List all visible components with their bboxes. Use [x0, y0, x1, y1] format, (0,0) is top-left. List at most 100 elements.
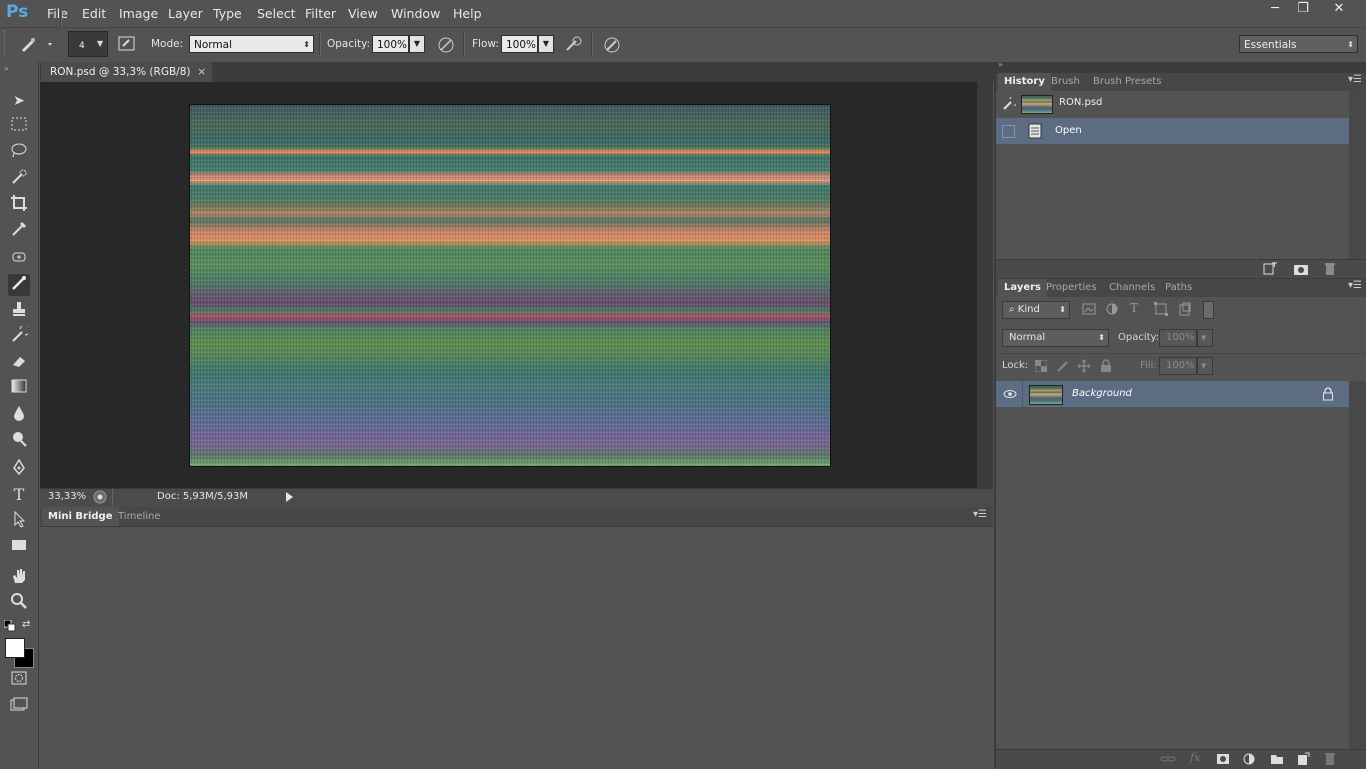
lasso-tool-icon[interactable]: [8, 142, 30, 164]
quick-selection-tool-icon[interactable]: [8, 168, 30, 190]
tab-paths[interactable]: Paths: [1159, 279, 1198, 297]
trash-icon[interactable]: [1323, 752, 1337, 766]
new-group-folder-icon[interactable]: [1270, 752, 1284, 766]
status-info-icon[interactable]: [93, 490, 107, 504]
layer-filter-kind-select[interactable]: ⌕ Kind ⬍: [1002, 301, 1070, 319]
pen-tool-icon[interactable]: [8, 458, 30, 480]
menu-view[interactable]: View: [348, 6, 378, 21]
lock-transparent-pixels-icon[interactable]: [1034, 359, 1048, 373]
type-tool-icon[interactable]: T: [8, 484, 30, 506]
document-canvas-image[interactable]: [189, 104, 831, 467]
foreground-color-swatch[interactable]: [5, 638, 25, 658]
menu-edit[interactable]: Edit: [82, 6, 106, 21]
crop-tool-icon[interactable]: [8, 194, 30, 216]
trash-icon[interactable]: [1323, 262, 1337, 276]
tab-channels[interactable]: Channels: [1103, 279, 1161, 297]
swap-colors-icon[interactable]: ⇄: [22, 619, 34, 631]
dodge-tool-icon[interactable]: [8, 430, 30, 452]
camera-icon[interactable]: [1293, 262, 1309, 276]
adjustment-layer-icon[interactable]: [1242, 752, 1256, 766]
panel-menu-icon[interactable]: ▾☰: [1348, 280, 1362, 291]
menu-layer[interactable]: Layer: [168, 6, 203, 21]
close-window-button[interactable]: ✕: [1326, 0, 1352, 18]
menu-file[interactable]: File: [47, 6, 68, 21]
brush-tool-preset-icon[interactable]: [18, 34, 54, 54]
layer-blend-mode-select[interactable]: Normal ⬍: [1002, 329, 1109, 347]
layer-fill-dropdown[interactable]: ▼: [1197, 357, 1213, 375]
canvas-vertical-scrollbar[interactable]: [977, 82, 993, 488]
mode-select[interactable]: Normal ⬍: [189, 35, 314, 53]
quick-mask-icon[interactable]: [8, 670, 30, 692]
move-tool-icon[interactable]: ➤: [8, 90, 30, 112]
lock-position-icon[interactable]: [1077, 359, 1091, 373]
path-selection-tool-icon[interactable]: [8, 510, 30, 532]
filter-toggle-switch[interactable]: [1203, 301, 1214, 319]
tab-brush[interactable]: Brush: [1045, 73, 1086, 91]
menu-filter[interactable]: Filter: [305, 6, 336, 21]
tab-properties[interactable]: Properties: [1040, 279, 1103, 297]
filter-pixel-layers-icon[interactable]: [1082, 302, 1096, 316]
layer-name[interactable]: Background: [1072, 388, 1132, 399]
lock-image-pixels-icon[interactable]: [1056, 359, 1070, 373]
options-grip[interactable]: [4, 30, 11, 58]
eyedropper-tool-icon[interactable]: [8, 220, 30, 242]
workspace-switcher[interactable]: Essentials ⬍: [1239, 35, 1358, 53]
expand-dock-icon[interactable]: »: [998, 60, 1003, 69]
minimize-button[interactable]: ─: [1262, 0, 1288, 18]
history-snapshot-row[interactable]: RON.psd: [996, 91, 1349, 117]
brush-panel-toggle-icon[interactable]: [117, 34, 137, 54]
layer-opacity-dropdown[interactable]: ▼: [1197, 329, 1213, 347]
clone-stamp-tool-icon[interactable]: [8, 300, 30, 322]
flow-dropdown[interactable]: ▼: [538, 35, 554, 53]
layer-visibility-toggle[interactable]: [996, 381, 1023, 407]
zoom-level[interactable]: 33,33%: [48, 491, 86, 502]
add-mask-icon[interactable]: [1216, 752, 1230, 766]
tab-brush-presets[interactable]: Brush Presets: [1087, 73, 1167, 91]
layer-opacity-input[interactable]: 100%: [1159, 329, 1197, 347]
layer-row[interactable]: Background: [996, 381, 1349, 407]
marquee-tool-icon[interactable]: [8, 116, 30, 138]
layer-fill-input[interactable]: 100%: [1159, 357, 1197, 375]
menu-select[interactable]: Select: [257, 6, 296, 21]
menu-type[interactable]: Type: [213, 6, 242, 21]
menu-image[interactable]: Image: [119, 6, 158, 21]
history-brush-source-icon[interactable]: [1002, 94, 1021, 111]
rectangle-tool-icon[interactable]: [8, 537, 30, 559]
opacity-input[interactable]: 100%: [372, 35, 409, 53]
menu-help[interactable]: Help: [453, 6, 482, 21]
flow-input[interactable]: 100%: [501, 35, 538, 53]
blur-tool-icon[interactable]: [8, 404, 30, 426]
healing-brush-tool-icon[interactable]: [8, 248, 30, 270]
brush-tool-icon[interactable]: [8, 274, 30, 296]
menu-window[interactable]: Window: [391, 6, 440, 21]
history-source-checkbox[interactable]: [1002, 125, 1015, 138]
lock-all-icon[interactable]: [1100, 359, 1112, 373]
restore-button[interactable]: ❐: [1290, 0, 1316, 18]
layer-style-fx-icon[interactable]: fx: [1190, 751, 1200, 764]
pressure-size-icon[interactable]: [602, 35, 622, 55]
opacity-dropdown[interactable]: ▼: [409, 35, 425, 53]
filter-smart-objects-icon[interactable]: [1178, 302, 1192, 316]
status-menu-arrow-icon[interactable]: [282, 489, 296, 505]
screen-mode-icon[interactable]: [8, 697, 30, 719]
tab-history[interactable]: History: [998, 73, 1051, 91]
tab-mini-bridge[interactable]: Mini Bridge: [42, 507, 119, 526]
hand-tool-icon[interactable]: [8, 567, 30, 589]
gradient-tool-icon[interactable]: [8, 378, 30, 400]
collapse-toolbar-icon[interactable]: »: [4, 64, 9, 73]
brush-preset-picker[interactable]: 4 ▼: [68, 31, 108, 57]
airbrush-icon[interactable]: [564, 35, 584, 55]
new-layer-icon[interactable]: [1296, 752, 1310, 766]
filter-shape-layers-icon[interactable]: [1154, 302, 1168, 316]
filter-type-layers-icon[interactable]: T: [1130, 301, 1138, 315]
layers-scrollbar[interactable]: [1349, 381, 1366, 749]
filter-adjustment-layers-icon[interactable]: [1105, 302, 1119, 316]
new-document-from-state-icon[interactable]: [1262, 261, 1278, 276]
history-scrollbar[interactable]: [1349, 91, 1366, 259]
history-brush-tool-icon[interactable]: [8, 324, 31, 348]
history-state-row[interactable]: Open: [996, 118, 1349, 144]
zoom-tool-icon[interactable]: [8, 592, 30, 614]
pressure-opacity-icon[interactable]: [436, 35, 456, 55]
eraser-tool-icon[interactable]: [8, 352, 30, 374]
panel-menu-icon[interactable]: ▾☰: [1348, 74, 1362, 85]
